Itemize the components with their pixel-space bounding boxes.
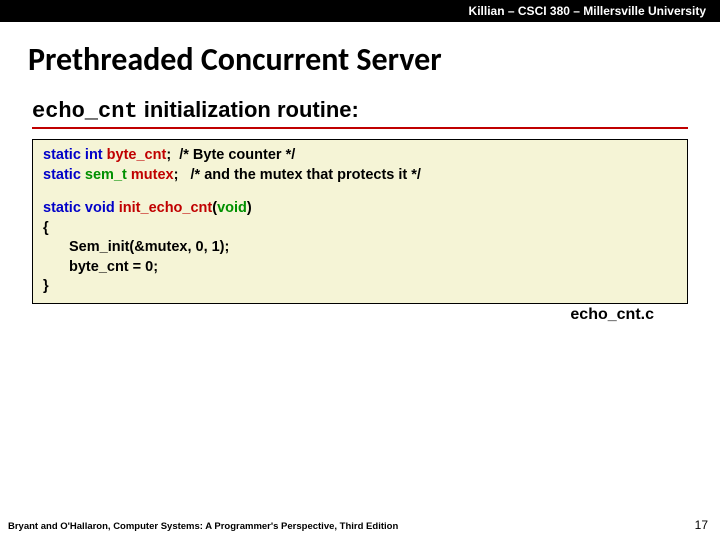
- code-line-4: {: [43, 219, 677, 239]
- comment-2: /* and the mutex that protects it */: [178, 167, 421, 183]
- kw-static: static: [43, 200, 81, 216]
- code-line-3: static void init_echo_cnt(void): [43, 199, 677, 219]
- id-bytecnt: byte_cnt: [107, 147, 167, 163]
- code-line-2: static sem_t mutex; /* and the mutex tha…: [43, 166, 677, 186]
- code-line-5: Sem_init(&mutex, 0, 1);: [43, 238, 677, 258]
- kw-void: void: [85, 200, 115, 216]
- code-line-1: static int byte_cnt; /* Byte counter */: [43, 146, 677, 166]
- subtitle-rest: initialization routine:: [138, 97, 359, 122]
- code-filename: echo_cnt.c: [32, 306, 654, 324]
- kw-int: int: [85, 147, 103, 163]
- stmt-assign: byte_cnt = 0;: [69, 259, 158, 275]
- subtitle-mono: echo_cnt: [32, 99, 138, 124]
- code-box: static int byte_cnt; /* Byte counter */ …: [32, 139, 688, 304]
- code-line-7: }: [43, 277, 677, 297]
- top-bar: Killian – CSCI 380 – Millersville Univer…: [0, 0, 720, 22]
- comment-1: /* Byte counter */: [171, 147, 295, 163]
- paren-close: ): [247, 200, 252, 216]
- type-semt: sem_t: [85, 167, 127, 183]
- blank-gap: [43, 185, 677, 199]
- codebox-wrap: static int byte_cnt; /* Byte counter */ …: [32, 139, 688, 324]
- footer-citation: Bryant and O'Hallaron, Computer Systems:…: [8, 521, 398, 532]
- id-mutex: mutex: [131, 167, 174, 183]
- code-line-6: byte_cnt = 0;: [43, 258, 677, 278]
- kw-static: static: [43, 167, 81, 183]
- page-number: 17: [695, 518, 708, 532]
- stmt-seminit: Sem_init(&mutex, 0, 1);: [69, 239, 229, 255]
- kw-static: static: [43, 147, 81, 163]
- page-title: Prethreaded Concurrent Server: [28, 40, 720, 79]
- subtitle: echo_cnt initialization routine:: [32, 97, 688, 129]
- arg-void: void: [217, 200, 247, 216]
- fn-name: init_echo_cnt: [119, 200, 212, 216]
- topbar-text: Killian – CSCI 380 – Millersville Univer…: [469, 4, 706, 18]
